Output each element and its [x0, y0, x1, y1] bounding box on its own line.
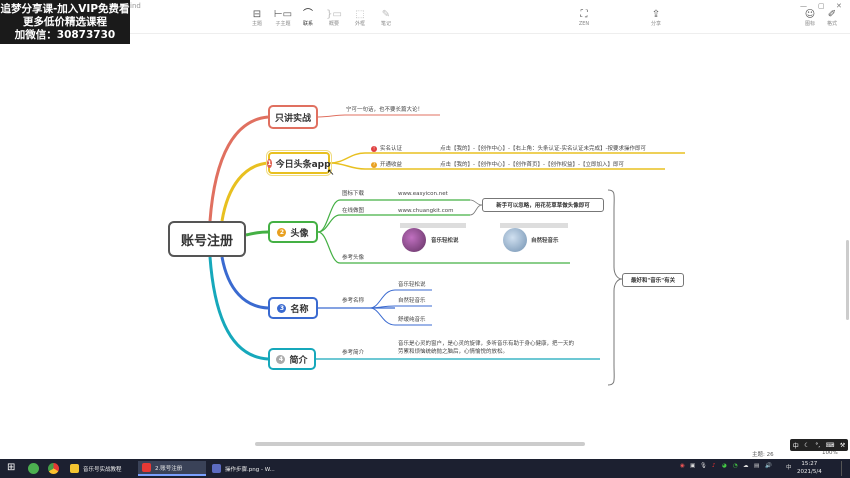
- tray-mic-icon[interactable]: 🎙: [700, 463, 707, 469]
- horizontal-scrollbar[interactable]: [255, 442, 585, 446]
- intro-text-line2[interactable]: 劳累和烦恼统统抛之脑后，心情愉悦的放松。: [398, 348, 508, 356]
- subtopic-icon-download[interactable]: 图标下载: [342, 190, 364, 198]
- name-option-3[interactable]: 舒缓纯音乐: [398, 316, 426, 324]
- tray-record-icon[interactable]: ◉: [680, 463, 685, 469]
- sample-name-2: 自然轻音乐: [531, 238, 559, 244]
- punctuation-icon: °,: [815, 441, 821, 449]
- tray-input-language[interactable]: 中: [786, 463, 792, 471]
- taskbar-folder-tutorial[interactable]: 音乐号实战教程: [66, 461, 136, 476]
- tray-network-icon[interactable]: ▤: [754, 463, 759, 469]
- wrench-icon: ⚒: [839, 441, 846, 449]
- priority-1-icon: 1: [267, 158, 272, 168]
- promo-watermark: 追梦分享课-加入VIP免费看 更多低价精选课程 加微信：30873730: [0, 0, 130, 44]
- topic-count: 主题: 26: [752, 452, 774, 458]
- detail-earnings[interactable]: 点击【我的】-【创作中心】-【创作首页】-【创作权益】-【立即加入】即可: [440, 161, 624, 169]
- mouse-cursor-icon: ↖: [327, 168, 335, 178]
- close-icon[interactable]: ✕: [836, 2, 842, 10]
- sample-image-header-2: [500, 223, 568, 228]
- brush-icon: ✐: [827, 9, 837, 20]
- tray-music-icon[interactable]: ♪: [712, 463, 716, 469]
- subtopic-reference-intro[interactable]: 参考简介: [342, 349, 364, 357]
- priority-3-icon: 3: [277, 303, 287, 313]
- subtopic-online-design[interactable]: 在线做图: [342, 207, 364, 215]
- tray-chat-icon[interactable]: ◔: [733, 463, 738, 469]
- window-title: ind: [130, 2, 141, 10]
- avatar-callout[interactable]: 新手可以忽略，用花花草草做头像即可: [482, 198, 604, 212]
- branch-only-practice[interactable]: 只讲实战: [268, 105, 318, 129]
- vertical-scrollbar[interactable]: [846, 240, 849, 320]
- subtopic-real-name[interactable]: ! 实名认证: [371, 145, 402, 153]
- sample-image-header: [400, 223, 466, 228]
- minimize-icon[interactable]: —: [800, 2, 807, 10]
- share-button[interactable]: ⇪ 分享: [641, 9, 671, 28]
- moon-icon: ☾: [804, 441, 810, 449]
- note-icon: ✎: [381, 9, 391, 20]
- tray-volume-icon[interactable]: 🔊: [765, 463, 772, 469]
- ime-toolbar[interactable]: 中 ☾ °, ⌨ ⚒: [790, 439, 848, 451]
- subtopic-reference-avatar[interactable]: 参考头像: [342, 254, 364, 262]
- branch-toutiao-app[interactable]: 1 今日头条app: [266, 150, 332, 176]
- app-green-icon[interactable]: [28, 463, 39, 474]
- link-easyicon[interactable]: www.easyicon.net: [398, 190, 448, 198]
- tray-wechat-icon[interactable]: ◕: [722, 463, 727, 469]
- avatar-sample-music-icon[interactable]: [402, 228, 426, 252]
- tray-cloud-icon[interactable]: ☁: [743, 463, 749, 469]
- zen-expand-icon: ⛶: [580, 9, 588, 20]
- maximize-icon[interactable]: ▢: [818, 2, 825, 10]
- detail-real-name[interactable]: 点击【我的】-【创作中心】-【右上角：头条认证-实名认证未完成】-按要求操作即可: [440, 145, 646, 153]
- toolbar-note-button[interactable]: ✎ 笔记: [371, 9, 401, 28]
- chrome-icon[interactable]: [48, 463, 59, 474]
- windows-taskbar: ⊞ 音乐号实战教程 2.账号注册 操作步骤.png - W... ◉ ▣ 🎙 ♪…: [0, 459, 850, 478]
- priority-2-icon: 2: [277, 227, 287, 237]
- name-option-2[interactable]: 自然轻音乐: [398, 297, 426, 305]
- subtopic-earnings[interactable]: ? 开通收益: [371, 161, 402, 169]
- branch1-note[interactable]: 宁可一句话，也不要长篇大论！: [346, 106, 423, 114]
- keyboard-icon: ⌨: [825, 441, 835, 449]
- photo-viewer-icon: [212, 464, 221, 473]
- intro-text-line1[interactable]: 音乐是心灵的窗户，是心灵的旋律，多听音乐有助于身心健康，把一天的: [398, 340, 574, 348]
- avatar-sample-nature-icon[interactable]: [503, 228, 527, 252]
- taskbar-clock[interactable]: 15:27 2021/5/4: [797, 460, 822, 476]
- taskbar-image-viewer[interactable]: 操作步骤.png - W...: [208, 461, 280, 476]
- name-option-1[interactable]: 音乐轻松说: [398, 281, 426, 289]
- xmind-icon: [142, 463, 151, 472]
- link-chuangkit[interactable]: www.chuangkit.com: [398, 207, 453, 215]
- folder-icon: [70, 464, 79, 473]
- branch-name[interactable]: 3 名称: [268, 297, 318, 319]
- windows-start-icon[interactable]: ⊞: [7, 462, 15, 473]
- share-icon: ⇪: [651, 9, 661, 20]
- mindmap-canvas[interactable]: 账号注册 只讲实战 宁可一句话，也不要长篇大论！ 1 今日头条app ↖ ! 实名…: [0, 35, 850, 440]
- sample-name-1: 音乐轻松说: [431, 238, 459, 244]
- zen-mode-button[interactable]: ⛶ ZEN: [569, 9, 599, 28]
- tray-app-icon[interactable]: ▣: [690, 463, 695, 469]
- branch-intro[interactable]: 4 简介: [268, 348, 316, 370]
- show-desktop-button[interactable]: [841, 461, 849, 476]
- priority-4-icon: 4: [276, 354, 286, 364]
- branch-avatar[interactable]: 2 头像: [268, 221, 318, 243]
- subtopic-reference-name[interactable]: 参考名称: [342, 297, 364, 305]
- root-topic[interactable]: 账号注册: [168, 221, 246, 257]
- taskbar-xmind-file[interactable]: 2.账号注册: [138, 461, 206, 476]
- error-mark-icon: !: [371, 145, 377, 152]
- warning-mark-icon: ?: [371, 161, 377, 168]
- format-panel-button[interactable]: ✐ 格式: [817, 9, 847, 28]
- summary-music-related[interactable]: 最好和"音乐"有关: [622, 273, 684, 287]
